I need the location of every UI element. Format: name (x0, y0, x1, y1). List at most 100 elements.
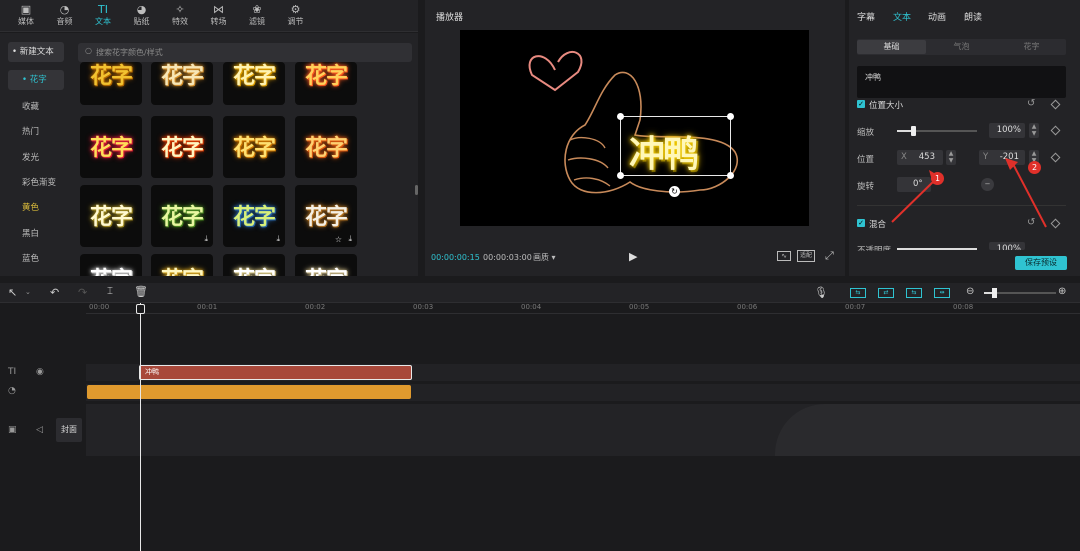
toolbar-text-button[interactable]: TI 文本 (85, 2, 121, 30)
toolbar-filter-button[interactable]: ❀ 滤镜 (239, 2, 275, 30)
rotate-dial-icon[interactable]: − (981, 178, 994, 191)
resize-handle-br[interactable] (727, 172, 734, 179)
snap-link-icon[interactable]: ⇄ (878, 288, 894, 298)
toolbar-media-button[interactable]: ▣ 媒体 (8, 2, 44, 30)
inspector-tab[interactable]: 动画 (928, 10, 946, 23)
effect-tile[interactable]: 花字 ⤓ (223, 185, 285, 247)
text-selection-box[interactable]: 冲鸭 (617, 113, 734, 179)
effect-tile[interactable]: 花字 (295, 116, 357, 178)
quality-dropdown[interactable]: 画质 ▾ (533, 252, 556, 263)
select-tool-icon[interactable]: ↖ (8, 286, 17, 299)
keyframe-position-icon[interactable] (1050, 99, 1061, 110)
inspector-subtab[interactable]: 花字 (997, 40, 1066, 54)
blend-checkbox[interactable]: ✓ (857, 219, 865, 227)
scale-stepper[interactable]: ▲ ▼ (1029, 123, 1039, 138)
scale-value[interactable]: 100% (989, 123, 1025, 138)
sidebar-item[interactable]: 热门 (8, 122, 64, 142)
text-input-value[interactable]: 冲鸭 (865, 72, 881, 83)
redo-icon[interactable]: ↷ (78, 286, 87, 299)
toolbar-sticker-button[interactable]: ◕ 贴纸 (124, 2, 160, 30)
inspector-tab[interactable]: 字幕 (857, 10, 875, 23)
delete-icon[interactable]: 🗑 (134, 285, 148, 298)
grid-scrollbar[interactable] (415, 185, 418, 195)
mute-icon[interactable]: ◁ (36, 425, 43, 435)
rotate-value[interactable]: 0° (897, 177, 931, 192)
sidebar-item[interactable]: 黑白 (8, 224, 64, 244)
play-button[interactable]: ▶ (629, 250, 637, 263)
keyframe-scale-icon[interactable] (1050, 125, 1061, 136)
microphone-icon[interactable]: 🎙 (814, 286, 828, 299)
sidebar-item[interactable]: • 新建文本 (8, 42, 64, 62)
inspector-subtab[interactable]: 基础 (857, 40, 926, 54)
reset-position-icon[interactable]: ↺ (1027, 98, 1035, 109)
sidebar-item[interactable]: 黄色 (8, 198, 64, 218)
eye-icon[interactable]: ◉ (36, 367, 44, 377)
cover-button[interactable]: 封面 (56, 418, 82, 442)
playhead[interactable] (140, 303, 141, 551)
sidebar-item[interactable]: 彩色渐变 (8, 173, 64, 193)
scale-slider-thumb[interactable] (911, 126, 916, 136)
preview-canvas[interactable]: 冲鸭 ↻ (460, 30, 809, 226)
keyframe-blend-icon[interactable] (1050, 218, 1061, 229)
x-stepper[interactable]: ▲ ▼ (946, 150, 956, 165)
effect-tile[interactable]: 花字 (80, 62, 142, 105)
download-icon[interactable]: ⤓ (276, 234, 280, 244)
zoom-out-icon[interactable]: ⊖ (966, 286, 974, 297)
snap-main-icon[interactable]: ⇆ (850, 288, 866, 298)
toolbar-effects-button[interactable]: ✧ 特效 (162, 2, 198, 30)
zoom-in-icon[interactable]: ⊕ (1058, 286, 1066, 297)
effect-clip[interactable] (87, 385, 411, 399)
sidebar-item[interactable]: 发光 (8, 148, 64, 168)
inspector-subtab[interactable]: 气泡 (927, 40, 996, 54)
playhead-handle[interactable] (136, 304, 145, 314)
reset-blend-icon[interactable]: ↺ (1027, 217, 1035, 228)
split-icon[interactable]: ⌶ (107, 286, 113, 297)
resize-handle-tr[interactable] (727, 113, 734, 120)
effect-tile[interactable]: 花字 ⤓ (151, 185, 213, 247)
x-value[interactable]: 453 (919, 150, 935, 165)
favorite-star-icon[interactable]: ☆ (335, 235, 342, 244)
fullscreen-icon[interactable]: ⤢ (825, 249, 834, 263)
preview-axis-icon[interactable]: ⇆ (906, 288, 922, 298)
effect-tile[interactable]: 花字 (223, 62, 285, 105)
effect-tile[interactable]: 花字 ⤓ ☆ (295, 185, 357, 247)
keyframe-position-xy-icon[interactable] (1050, 152, 1061, 163)
inspector-tab[interactable]: 朗读 (964, 10, 982, 23)
waveform-icon[interactable]: ∿ (777, 251, 791, 261)
sidebar-item[interactable]: • 花字 (8, 70, 64, 90)
effect-tile[interactable]: 花字 (151, 116, 213, 178)
resize-handle-tl[interactable] (617, 113, 624, 120)
download-icon[interactable]: ⤓ (348, 234, 352, 244)
effect-tile[interactable]: 花字 (80, 254, 142, 276)
y-value[interactable]: -201 (1000, 150, 1019, 165)
opacity-slider[interactable] (897, 248, 977, 250)
sidebar-item[interactable]: 收藏 (8, 97, 64, 117)
zoom-slider[interactable] (984, 288, 1056, 298)
download-icon[interactable]: ⤓ (204, 234, 208, 244)
opacity-value[interactable]: 100% (989, 242, 1025, 250)
text-clip[interactable]: 冲鸭 (139, 365, 412, 380)
align-icon[interactable]: ⇹ (934, 288, 950, 298)
search-bar[interactable]: ○ 搜索花字颜色/样式 (78, 43, 412, 62)
text-input-box[interactable]: 冲鸭 (857, 66, 1066, 98)
toolbar-transition-button[interactable]: ⋈ 转场 (201, 2, 237, 30)
resize-handle-bl[interactable] (617, 172, 624, 179)
effect-tile[interactable]: 花字 (80, 185, 142, 247)
toolbar-audio-button[interactable]: ◔ 音频 (47, 2, 83, 30)
y-field[interactable]: Y -201 (979, 150, 1025, 165)
select-dropdown-icon[interactable]: ⌄ (25, 288, 31, 296)
effect-tile[interactable]: 花字 (151, 254, 213, 276)
zoom-slider-thumb[interactable] (992, 288, 997, 298)
effect-tile[interactable]: 花字 (295, 62, 357, 105)
effect-tile[interactable]: 花字 (295, 254, 357, 276)
effect-tile[interactable]: 花字 (223, 254, 285, 276)
effect-tile[interactable]: 花字 (223, 116, 285, 178)
inspector-tab[interactable]: 文本 (893, 10, 911, 23)
search-input[interactable]: 搜索花字颜色/样式 (96, 47, 163, 58)
undo-icon[interactable]: ↶ (50, 286, 59, 299)
scale-slider[interactable] (897, 126, 977, 136)
sidebar-item[interactable]: 蓝色 (8, 249, 64, 269)
position-size-checkbox[interactable]: ✓ (857, 100, 865, 108)
toolbar-adjust-button[interactable]: ⚙ 调节 (278, 2, 314, 30)
effect-tile[interactable]: 花字 (151, 62, 213, 105)
